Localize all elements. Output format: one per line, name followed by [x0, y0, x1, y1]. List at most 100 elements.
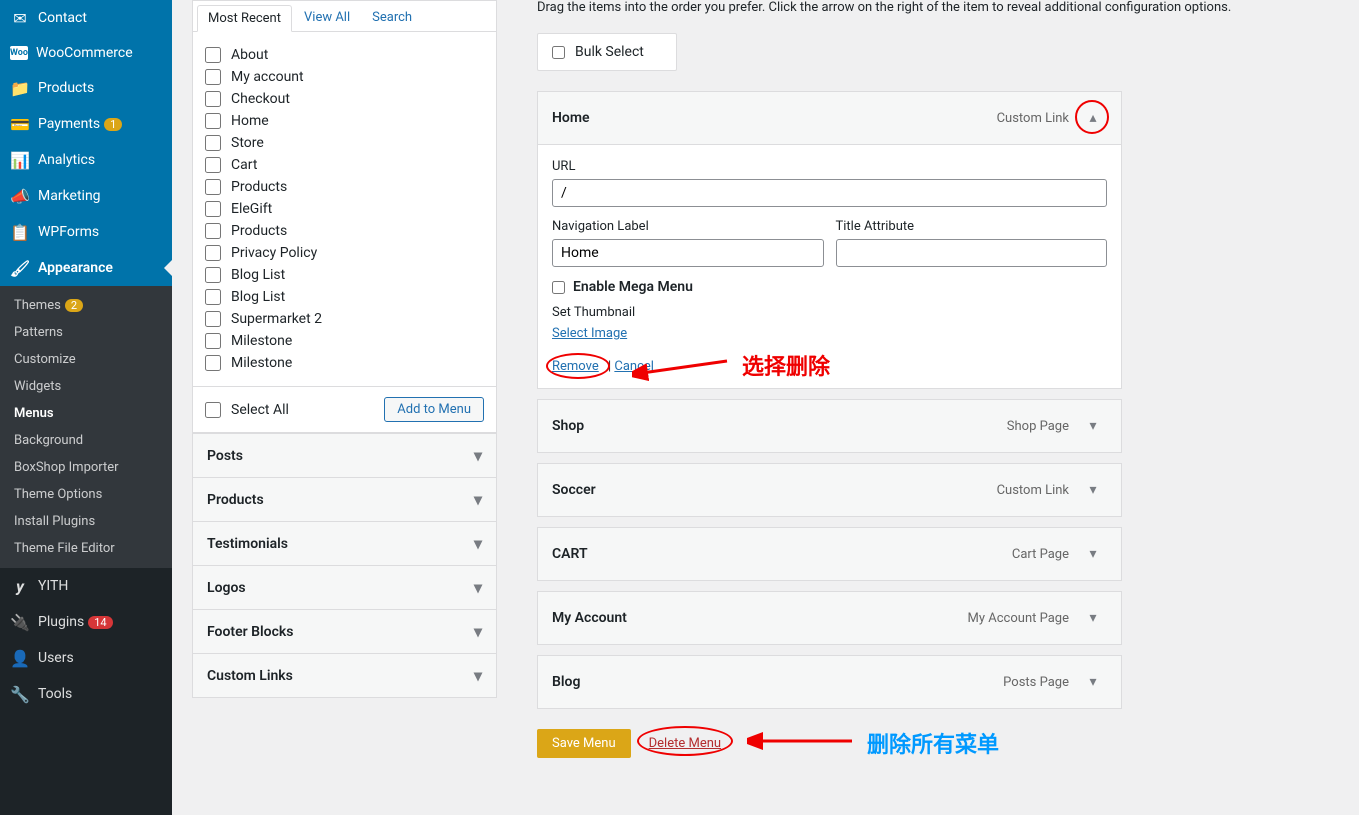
- page-check-row: Store: [205, 132, 484, 154]
- accordion-products[interactable]: Products▾: [192, 478, 497, 522]
- sidebar-item-users[interactable]: 👤Users: [0, 640, 172, 676]
- expand-toggle[interactable]: ▾: [1079, 668, 1107, 696]
- menu-item-type: My Account Page▾: [968, 604, 1107, 632]
- page-check-row: Blog List: [205, 264, 484, 286]
- menu-item: ShopShop Page▾: [537, 399, 1122, 453]
- tab-most-recent[interactable]: Most Recent: [197, 5, 292, 32]
- select-image-link[interactable]: Select Image: [552, 326, 627, 341]
- page-label: Store: [231, 135, 264, 151]
- sidebar-item-products[interactable]: 📁Products: [0, 70, 172, 106]
- save-menu-button[interactable]: Save Menu: [537, 729, 631, 758]
- page-checkbox[interactable]: [205, 179, 221, 195]
- menu-item-home-header[interactable]: Home Custom Link ▴: [538, 92, 1121, 144]
- page-checkbox[interactable]: [205, 91, 221, 107]
- page-checkbox[interactable]: [205, 245, 221, 261]
- sidebar-item-wpforms[interactable]: 📋WPForms: [0, 214, 172, 250]
- page-checkbox[interactable]: [205, 69, 221, 85]
- accordion-logos[interactable]: Logos▾: [192, 566, 497, 610]
- page-label: Products: [231, 179, 287, 195]
- sub-boxshop[interactable]: BoxShop Importer: [0, 454, 172, 481]
- save-bar: Save Menu Delete Menu 删除所有菜单: [537, 729, 1339, 758]
- menu-item-header[interactable]: My Account My Account Page▾: [538, 592, 1121, 644]
- accordion-testimonials[interactable]: Testimonials▾: [192, 522, 497, 566]
- page-checkbox[interactable]: [205, 311, 221, 327]
- page-check-row: Milestone: [205, 330, 484, 352]
- page-checkbox[interactable]: [205, 135, 221, 151]
- annotation-text-remove: 选择删除: [742, 349, 830, 381]
- accordion-posts[interactable]: Posts▾: [192, 433, 497, 478]
- page-checkbox[interactable]: [205, 355, 221, 371]
- page-checkbox[interactable]: [205, 157, 221, 173]
- select-all-checkbox[interactable]: [205, 402, 221, 418]
- sidebar-item-payments[interactable]: 💳Payments1: [0, 106, 172, 142]
- accordion-footer-blocks[interactable]: Footer Blocks▾: [192, 610, 497, 654]
- expand-toggle[interactable]: ▾: [1079, 476, 1107, 504]
- pages-metabox: Most Recent View All Search AboutMy acco…: [192, 0, 497, 433]
- page-checkbox[interactable]: [205, 47, 221, 63]
- bulk-select-checkbox[interactable]: [552, 46, 565, 59]
- sub-patterns[interactable]: Patterns: [0, 319, 172, 346]
- plug-icon: 🔌: [10, 612, 30, 632]
- page-check-row: Products: [205, 220, 484, 242]
- page-checkbox[interactable]: [205, 333, 221, 349]
- sidebar-item-plugins[interactable]: 🔌Plugins14: [0, 604, 172, 640]
- page-checkbox[interactable]: [205, 113, 221, 129]
- collapse-toggle[interactable]: ▴: [1079, 104, 1107, 132]
- title-attr-label: Title Attribute: [836, 219, 1108, 234]
- delete-menu-link[interactable]: Delete Menu: [649, 736, 721, 751]
- form-icon: 📋: [10, 222, 30, 242]
- sidebar-item-analytics[interactable]: 📊Analytics: [0, 142, 172, 178]
- sidebar-item-appearance[interactable]: 🖌Appearance: [0, 250, 172, 286]
- menu-item: SoccerCustom Link▾: [537, 463, 1122, 517]
- sidebar-item-tools[interactable]: 🔧Tools: [0, 676, 172, 712]
- page-label: Home: [231, 113, 269, 129]
- add-to-menu-button[interactable]: Add to Menu: [384, 397, 484, 422]
- page-label: Milestone: [231, 355, 292, 371]
- accordion-title: Testimonials: [207, 536, 288, 552]
- title-attr-input[interactable]: [836, 239, 1108, 267]
- page-label: About: [231, 47, 268, 63]
- sub-theme-options[interactable]: Theme Options: [0, 481, 172, 508]
- page-check-row: EleGift: [205, 198, 484, 220]
- mega-menu-checkbox[interactable]: [552, 281, 565, 294]
- menu-item-title: Blog: [552, 674, 580, 690]
- woo-icon: Woo: [10, 46, 28, 60]
- sub-menus[interactable]: Menus: [0, 400, 172, 427]
- remove-link[interactable]: Remove: [552, 359, 599, 374]
- menu-item-header[interactable]: SoccerCustom Link▾: [538, 464, 1121, 516]
- tab-search[interactable]: Search: [362, 5, 422, 31]
- sub-customize[interactable]: Customize: [0, 346, 172, 373]
- sidebar-item-yith[interactable]: yYITH: [0, 568, 172, 604]
- sub-widgets[interactable]: Widgets: [0, 373, 172, 400]
- page-label: Supermarket 2: [231, 311, 322, 327]
- sidebar-item-woocommerce[interactable]: WooWooCommerce: [0, 36, 172, 70]
- menu-item-header[interactable]: BlogPosts Page▾: [538, 656, 1121, 708]
- thumbnail-label: Set Thumbnail: [552, 305, 1107, 320]
- url-input[interactable]: [552, 179, 1107, 207]
- tab-view-all[interactable]: View All: [294, 5, 360, 31]
- accordion-custom-links[interactable]: Custom Links▾: [192, 654, 497, 698]
- page-checkbox[interactable]: [205, 223, 221, 239]
- folder-icon: 📁: [10, 78, 30, 98]
- page-checkbox[interactable]: [205, 201, 221, 217]
- sidebar-item-marketing[interactable]: 📣Marketing: [0, 178, 172, 214]
- sub-theme-file-editor[interactable]: Theme File Editor: [0, 535, 172, 562]
- page-checkbox[interactable]: [205, 267, 221, 283]
- accordion-title: Footer Blocks: [207, 624, 294, 640]
- page-checkbox[interactable]: [205, 289, 221, 305]
- expand-toggle[interactable]: ▾: [1079, 540, 1107, 568]
- menu-item-header[interactable]: ShopShop Page▾: [538, 400, 1121, 452]
- sub-themes[interactable]: Themes2: [0, 292, 172, 319]
- menu-item-header[interactable]: CARTCart Page▾: [538, 528, 1121, 580]
- sub-install-plugins[interactable]: Install Plugins: [0, 508, 172, 535]
- sidebar-item-contact[interactable]: ✉Contact: [0, 0, 172, 36]
- menu-item-title: My Account: [552, 610, 627, 626]
- nav-label-input[interactable]: [552, 239, 824, 267]
- menu-item-title: CART: [552, 546, 588, 562]
- sub-background[interactable]: Background: [0, 427, 172, 454]
- expand-toggle[interactable]: ▾: [1079, 604, 1107, 632]
- page-check-row: Checkout: [205, 88, 484, 110]
- expand-toggle[interactable]: ▾: [1079, 412, 1107, 440]
- menu-structure-column: Drag the items into the order you prefer…: [517, 0, 1339, 815]
- cancel-link[interactable]: Cancel: [614, 359, 654, 374]
